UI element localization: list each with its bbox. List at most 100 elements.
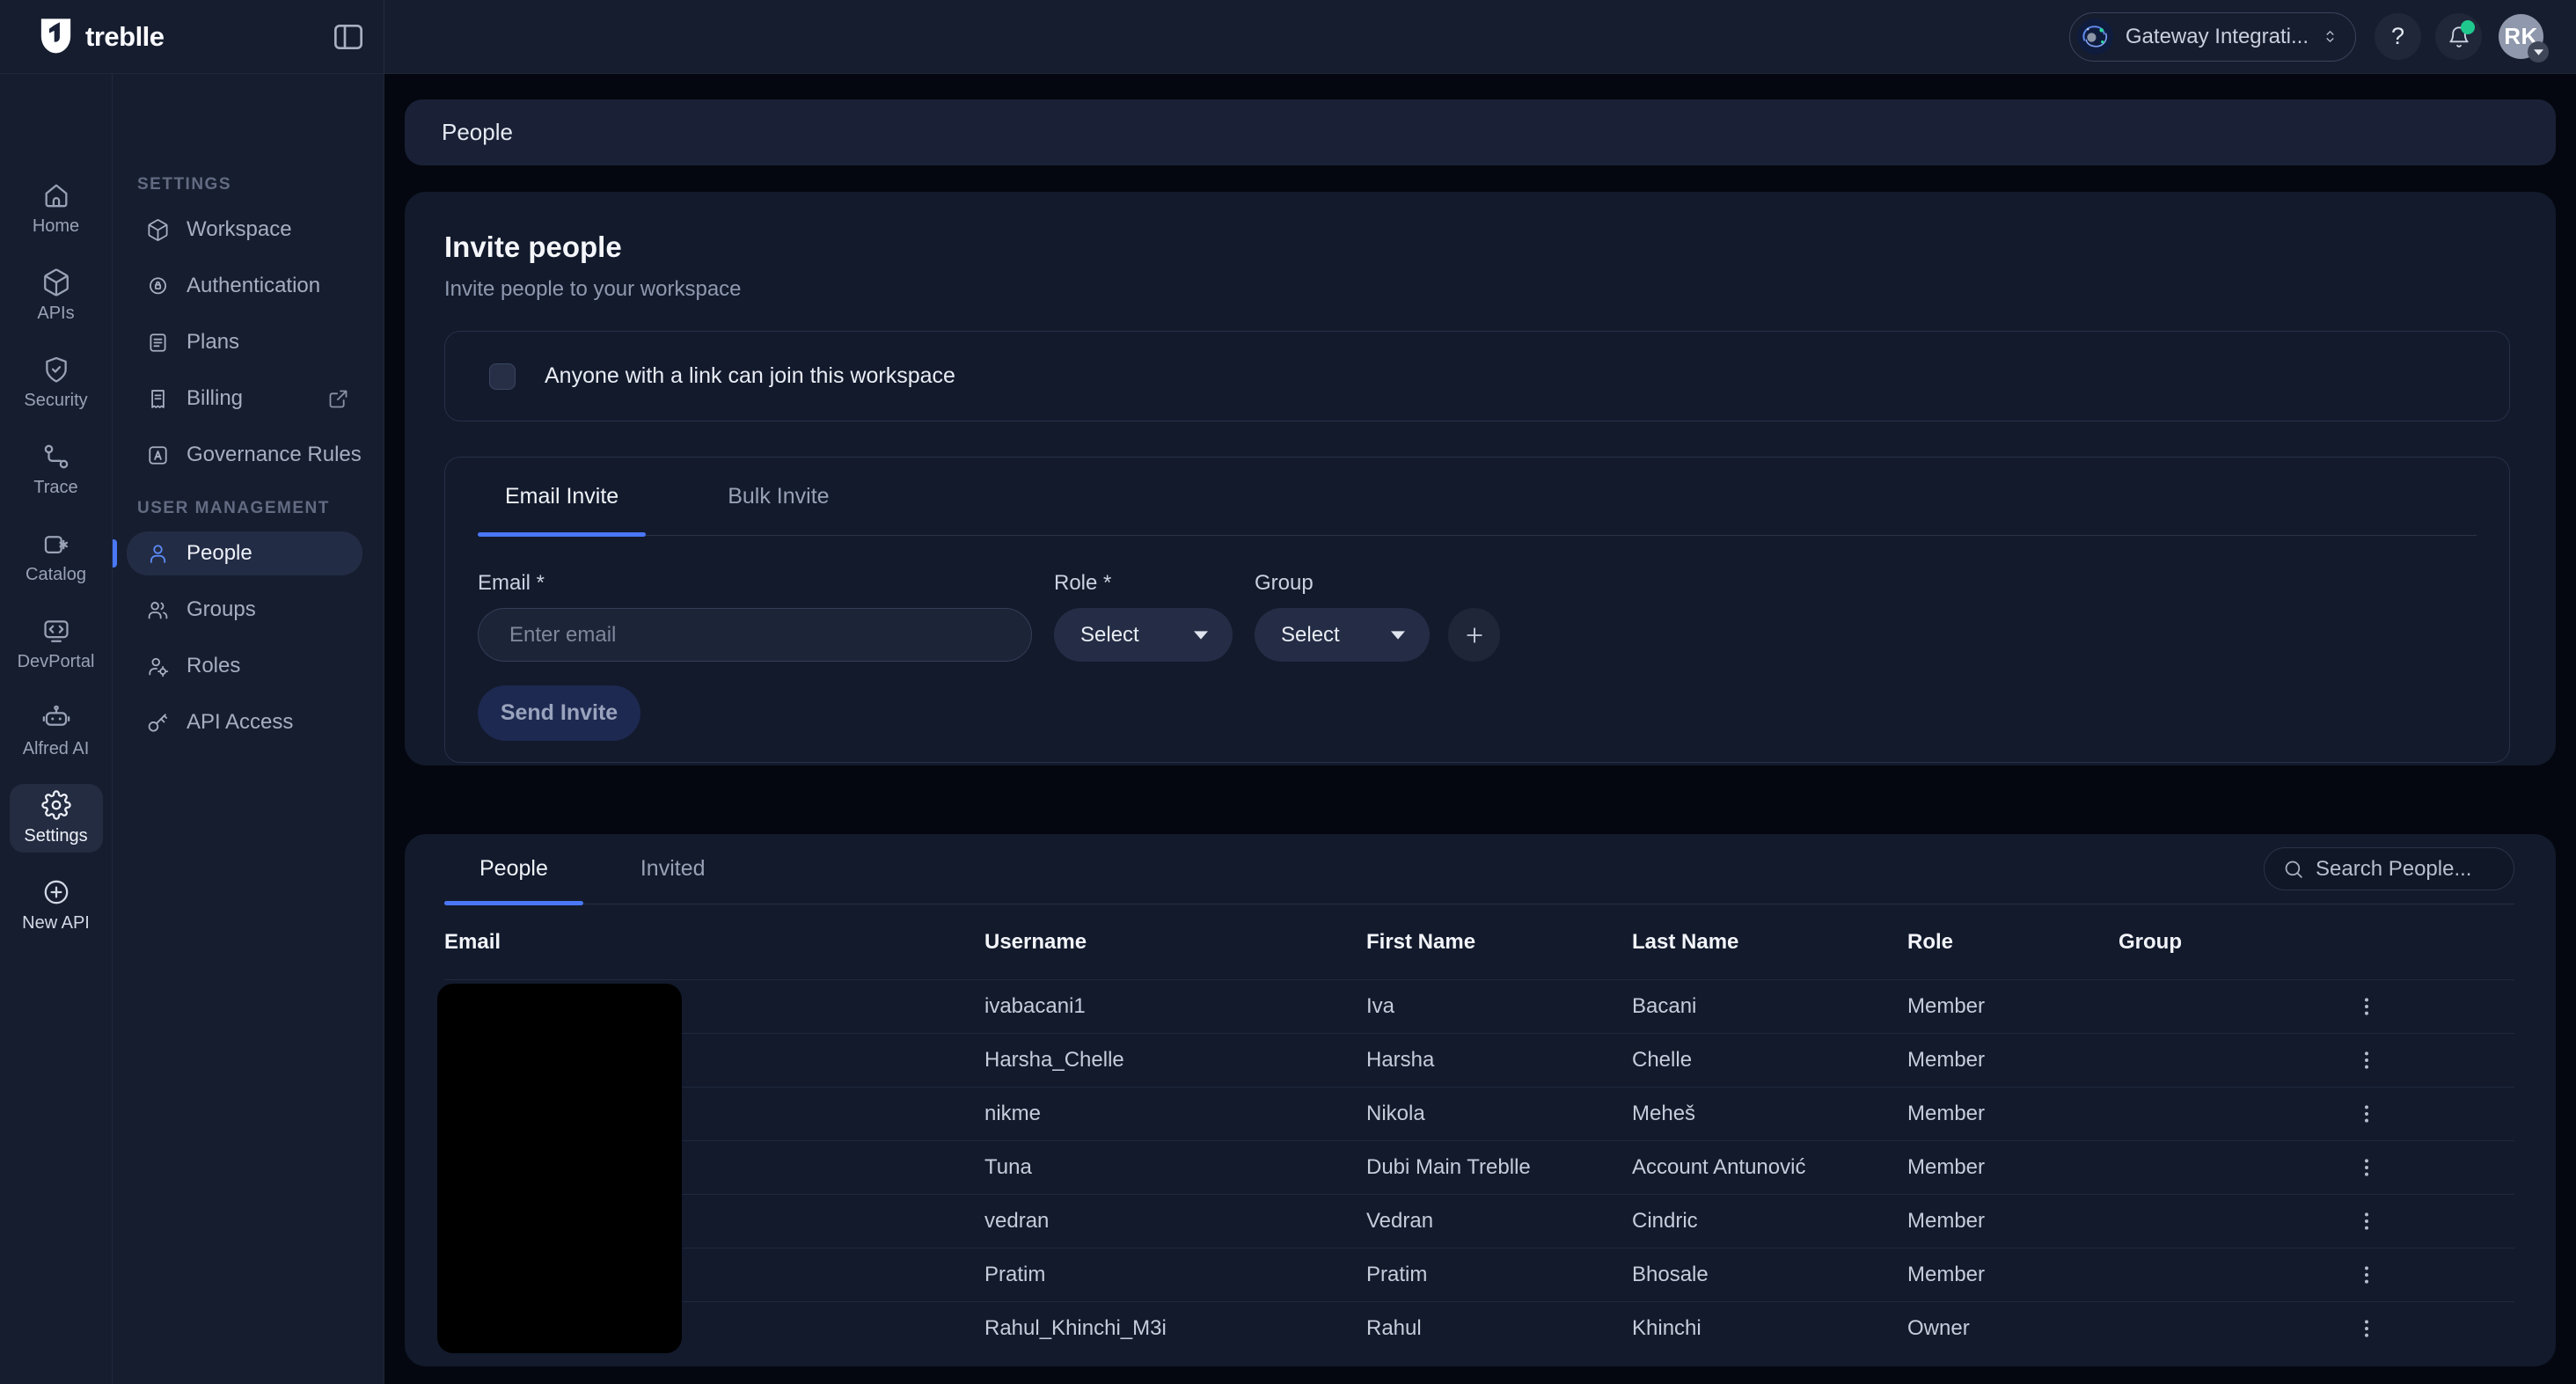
column-header-last-name: Last Name (1632, 930, 1907, 955)
settings-nav-item-governance-rules[interactable]: Governance Rules (127, 433, 362, 477)
settings-nav-item-people[interactable]: People (127, 531, 362, 575)
home-icon (41, 180, 71, 210)
sidebar-item-alfred-ai[interactable]: Alfred AI (10, 697, 103, 765)
nav-item-label: Plans (187, 330, 239, 355)
nav-item-label: Roles (187, 654, 240, 678)
cell-role: Owner (1907, 1316, 2119, 1341)
sidebar-item-settings[interactable]: Settings (10, 784, 103, 853)
key-icon (146, 711, 170, 735)
sidebar-item-catalog[interactable]: Catalog (10, 523, 103, 591)
kebab-vertical-icon (2354, 1209, 2379, 1234)
settings-nav-item-billing[interactable]: Billing (127, 377, 362, 421)
column-header-first-name: First Name (1366, 930, 1632, 955)
people-card-header: People Invited (444, 834, 2514, 904)
settings-nav-item-roles[interactable]: Roles (127, 644, 362, 688)
avatar-menu-bubble (2528, 41, 2549, 62)
cell-first-name: Nikola (1366, 1102, 1632, 1126)
main-content: People Invite people Invite people to yo… (384, 74, 2576, 1384)
plus-circle-icon (41, 877, 71, 907)
table-header-row: EmailUsernameFirst NameLast NameRoleGrou… (444, 904, 2514, 979)
row-actions (2340, 1257, 2514, 1292)
sidebar-collapse-button[interactable] (331, 19, 366, 55)
nav-item-label: API Access (187, 710, 293, 735)
role-select[interactable]: Select (1054, 608, 1233, 662)
email-field-group: Email * (478, 571, 1032, 662)
tab-email-invite[interactable]: Email Invite (478, 458, 646, 535)
role-field-group: Role * Select (1054, 571, 1233, 662)
sidebar-item-label: Settings (24, 826, 87, 846)
catalog-icon (41, 529, 71, 559)
shield-check-icon (41, 355, 71, 384)
invite-people-card: Invite people Invite people to your work… (405, 192, 2556, 765)
group-select[interactable]: Select (1255, 608, 1430, 662)
cell-username: ivabacani1 (984, 994, 1366, 1019)
search-people-input[interactable] (2316, 857, 2496, 882)
workspace-selector[interactable]: Gateway Integrati... (2069, 12, 2356, 62)
tab-invited[interactable]: Invited (605, 834, 741, 904)
chevron-down-icon (2534, 49, 2543, 55)
people-tabs: People Invited (444, 834, 741, 904)
cell-username: Tuna (984, 1155, 1366, 1180)
kebab-vertical-icon (2354, 1102, 2379, 1126)
row-actions-button[interactable] (2349, 1043, 2384, 1078)
settings-nav-item-groups[interactable]: Groups (127, 588, 362, 632)
email-input[interactable] (478, 608, 1032, 662)
settings-sidebar: SETTINGS Workspace Authentication Plans Bill… (113, 74, 384, 1384)
settings-nav-item-plans[interactable]: Plans (127, 320, 362, 364)
cell-role: Member (1907, 1155, 2119, 1180)
kebab-vertical-icon (2354, 1263, 2379, 1287)
sidebar-item-label: Trace (33, 478, 77, 498)
link-join-checkbox[interactable] (489, 363, 516, 390)
nav-item-label: Billing (187, 386, 243, 411)
invite-title: Invite people (444, 192, 2510, 264)
active-indicator (113, 539, 117, 568)
top-bar: treblle Gateway Integrati... ? RK (0, 0, 2576, 74)
person-icon (146, 542, 170, 566)
email-label: Email * (478, 571, 1032, 596)
row-actions (2340, 1043, 2514, 1078)
link-join-label: Anyone with a link can join this workspa… (545, 363, 955, 389)
row-actions-button[interactable] (2349, 1096, 2384, 1131)
treblle-logo[interactable]: treblle (39, 18, 165, 55)
column-header-email: Email (444, 930, 984, 955)
row-actions-button[interactable] (2349, 1311, 2384, 1346)
add-invite-row-button[interactable] (1448, 608, 1500, 662)
cell-username: Harsha_Chelle (984, 1048, 1366, 1073)
treblle-shield-icon (39, 18, 73, 55)
cell-username: Pratim (984, 1263, 1366, 1287)
notifications-button[interactable] (2435, 13, 2482, 60)
sidebar-item-home[interactable]: Home (10, 174, 103, 243)
column-header-group: Group (2119, 930, 2340, 955)
send-invite-button[interactable]: Send Invite (478, 685, 640, 741)
row-actions-button[interactable] (2349, 1204, 2384, 1239)
settings-nav-item-workspace[interactable]: Workspace (127, 208, 362, 252)
help-button[interactable]: ? (2375, 13, 2421, 60)
nav-item-label: Authentication (187, 274, 320, 298)
tab-bulk-invite[interactable]: Bulk Invite (700, 458, 856, 535)
sidebar-item-security[interactable]: Security (10, 348, 103, 417)
sidebar-item-devportal[interactable]: DevPortal (10, 610, 103, 678)
external-link-icon (326, 387, 350, 411)
workspace-selector-label: Gateway Integrati... (2126, 25, 2309, 49)
sidebar-item-label: Catalog (26, 565, 86, 585)
cell-first-name: Pratim (1366, 1263, 1632, 1287)
sidebar-item-trace[interactable]: Trace (10, 436, 103, 504)
group-field-group: Group Select (1255, 571, 1430, 662)
sidebar-item-new-api[interactable]: New API (10, 871, 103, 940)
row-actions-button[interactable] (2349, 989, 2384, 1024)
cell-last-name: Meheš (1632, 1102, 1907, 1126)
redacted-email-block (437, 984, 682, 1353)
sidebar-item-apis[interactable]: APIs (10, 261, 103, 330)
cell-last-name: Bacani (1632, 994, 1907, 1019)
row-actions-button[interactable] (2349, 1150, 2384, 1185)
row-actions-button[interactable] (2349, 1257, 2384, 1292)
nav-section-heading: SETTINGS (113, 172, 384, 197)
table-row: Harsha_ChelleHarshaChelleMember (444, 1033, 2514, 1087)
settings-nav-item-api-access[interactable]: API Access (127, 700, 362, 744)
group-label: Group (1255, 571, 1430, 596)
table-row: Rahul_Khinchi_M3iRahulKhinchiOwner (444, 1301, 2514, 1355)
user-avatar[interactable]: RK (2499, 14, 2543, 59)
settings-nav-item-authentication[interactable]: Authentication (127, 264, 362, 308)
tab-people[interactable]: People (444, 834, 583, 904)
invite-subtitle: Invite people to your workspace (444, 277, 2510, 302)
